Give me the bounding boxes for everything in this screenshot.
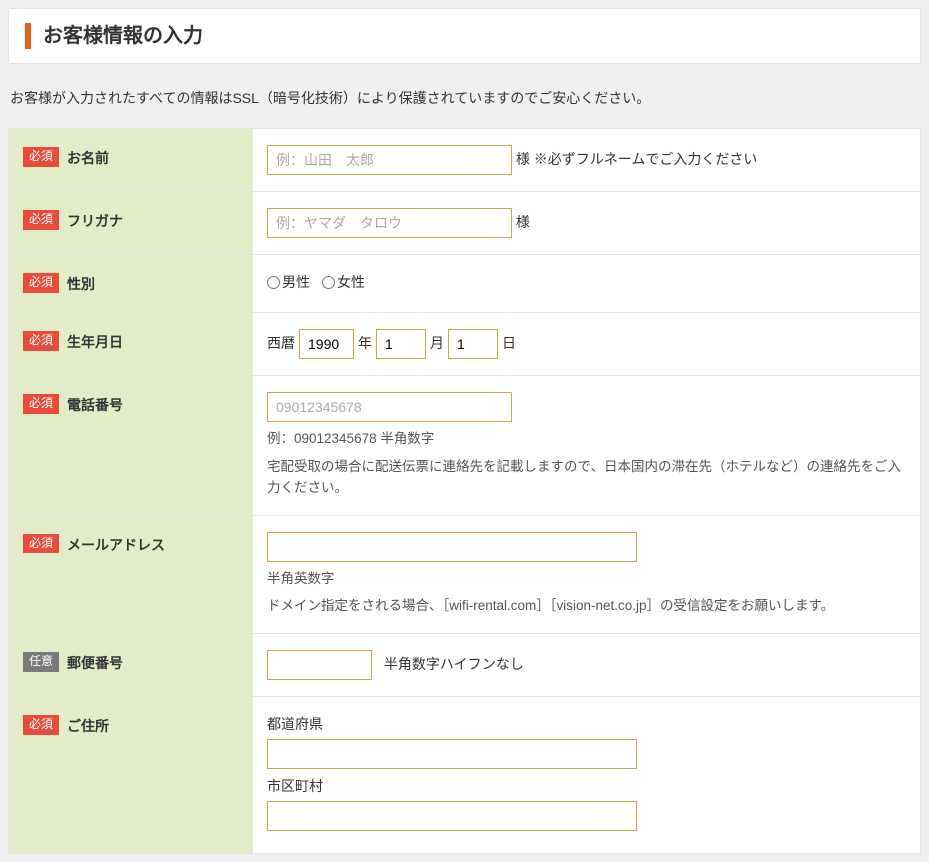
- required-badge: 必須: [23, 394, 59, 414]
- ssl-notice: お客様が入力されたすべての情報はSSL（暗号化技術）により保護されていますのでご…: [8, 64, 921, 128]
- name-suffix: 様 ※必ずフルネームでご入力ください: [516, 148, 757, 172]
- value-cell: 様: [253, 191, 920, 254]
- birth-prefix: 西暦: [267, 332, 295, 356]
- value-cell: 半角数字ハイフンなし: [253, 633, 920, 696]
- email-input[interactable]: [267, 532, 637, 562]
- email-help2: ドメイン指定をされる場合、［wifi-rental.com］［vision-ne…: [267, 595, 906, 617]
- header-card: お客様情報の入力: [8, 8, 921, 64]
- gender-female-label: 女性: [337, 271, 365, 295]
- row-birth: 必須 生年月日 西暦 年 月 日: [9, 312, 920, 375]
- birth-month-input[interactable]: [376, 329, 426, 359]
- value-cell: 半角英数字 ドメイン指定をされる場合、［wifi-rental.com］［vis…: [253, 515, 920, 633]
- optional-badge: 任意: [23, 652, 59, 672]
- label-cell: 必須 お名前: [9, 129, 253, 191]
- required-badge: 必須: [23, 147, 59, 167]
- phone-help2: 宅配受取の場合に配送伝票に連絡先を記載しますので、日本国内の滞在先（ホテルなど）…: [267, 456, 906, 499]
- birth-year-input[interactable]: [299, 329, 354, 359]
- row-phone: 必須 電話番号 例：09012345678 半角数字 宅配受取の場合に配送伝票に…: [9, 375, 920, 515]
- value-cell: 様 ※必ずフルネームでご入力ください: [253, 129, 920, 191]
- row-postal: 任意 郵便番号 半角数字ハイフンなし: [9, 633, 920, 696]
- required-badge: 必須: [23, 273, 59, 293]
- required-badge: 必須: [23, 715, 59, 735]
- row-address: 必須 ご住所 都道府県 市区町村: [9, 696, 920, 853]
- gender-male-label: 男性: [282, 271, 310, 295]
- postal-input[interactable]: [267, 650, 372, 680]
- gender-male-option[interactable]: 男性: [267, 271, 310, 295]
- address-pref-input[interactable]: [267, 739, 637, 769]
- gender-male-radio[interactable]: [267, 276, 280, 289]
- birth-year-suffix: 年: [358, 332, 372, 356]
- furigana-input[interactable]: [267, 208, 512, 238]
- row-furigana: 必須 フリガナ 様: [9, 191, 920, 254]
- row-email: 必須 メールアドレス 半角英数字 ドメイン指定をされる場合、［wifi-rent…: [9, 515, 920, 633]
- birth-day-suffix: 日: [502, 332, 516, 356]
- value-cell: 男性 女性: [253, 254, 920, 312]
- furigana-suffix: 様: [516, 211, 530, 235]
- birth-day-input[interactable]: [448, 329, 498, 359]
- field-label: フリガナ: [67, 210, 123, 231]
- form-wrapper: お客様情報の入力 お客様が入力されたすべての情報はSSL（暗号化技術）により保護…: [8, 8, 921, 854]
- birth-month-suffix: 月: [430, 332, 444, 356]
- required-badge: 必須: [23, 331, 59, 351]
- address-pref-label: 都道府県: [267, 713, 906, 737]
- value-cell: 西暦 年 月 日: [253, 312, 920, 375]
- label-cell: 必須 フリガナ: [9, 191, 253, 254]
- row-name: 必須 お名前 様 ※必ずフルネームでご入力ください: [9, 129, 920, 191]
- gender-female-option[interactable]: 女性: [322, 271, 365, 295]
- form-table: 必須 お名前 様 ※必ずフルネームでご入力ください 必須 フリガナ 様 必須: [8, 128, 921, 854]
- address-city-label: 市区町村: [267, 775, 906, 799]
- label-cell: 必須 ご住所: [9, 696, 253, 853]
- page-title: お客様情報の入力: [25, 23, 904, 49]
- label-cell: 必須 メールアドレス: [9, 515, 253, 633]
- field-label: ご住所: [67, 715, 109, 736]
- label-cell: 必須 性別: [9, 254, 253, 312]
- phone-help1: 例：09012345678 半角数字: [267, 428, 906, 450]
- phone-input[interactable]: [267, 392, 512, 422]
- value-cell: 例：09012345678 半角数字 宅配受取の場合に配送伝票に連絡先を記載しま…: [253, 375, 920, 515]
- field-label: 生年月日: [67, 331, 123, 352]
- field-label: 郵便番号: [67, 652, 123, 673]
- field-label: 電話番号: [67, 394, 123, 415]
- name-input[interactable]: [267, 145, 512, 175]
- postal-suffix: 半角数字ハイフンなし: [384, 653, 524, 677]
- label-cell: 任意 郵便番号: [9, 633, 253, 696]
- label-cell: 必須 生年月日: [9, 312, 253, 375]
- label-cell: 必須 電話番号: [9, 375, 253, 515]
- required-badge: 必須: [23, 210, 59, 230]
- required-badge: 必須: [23, 534, 59, 554]
- address-city-input[interactable]: [267, 801, 637, 831]
- field-label: お名前: [67, 147, 109, 168]
- value-cell: 都道府県 市区町村: [253, 696, 920, 853]
- field-label: 性別: [67, 273, 95, 294]
- gender-female-radio[interactable]: [322, 276, 335, 289]
- field-label: メールアドレス: [67, 534, 165, 555]
- row-gender: 必須 性別 男性 女性: [9, 254, 920, 312]
- email-help1: 半角英数字: [267, 568, 906, 590]
